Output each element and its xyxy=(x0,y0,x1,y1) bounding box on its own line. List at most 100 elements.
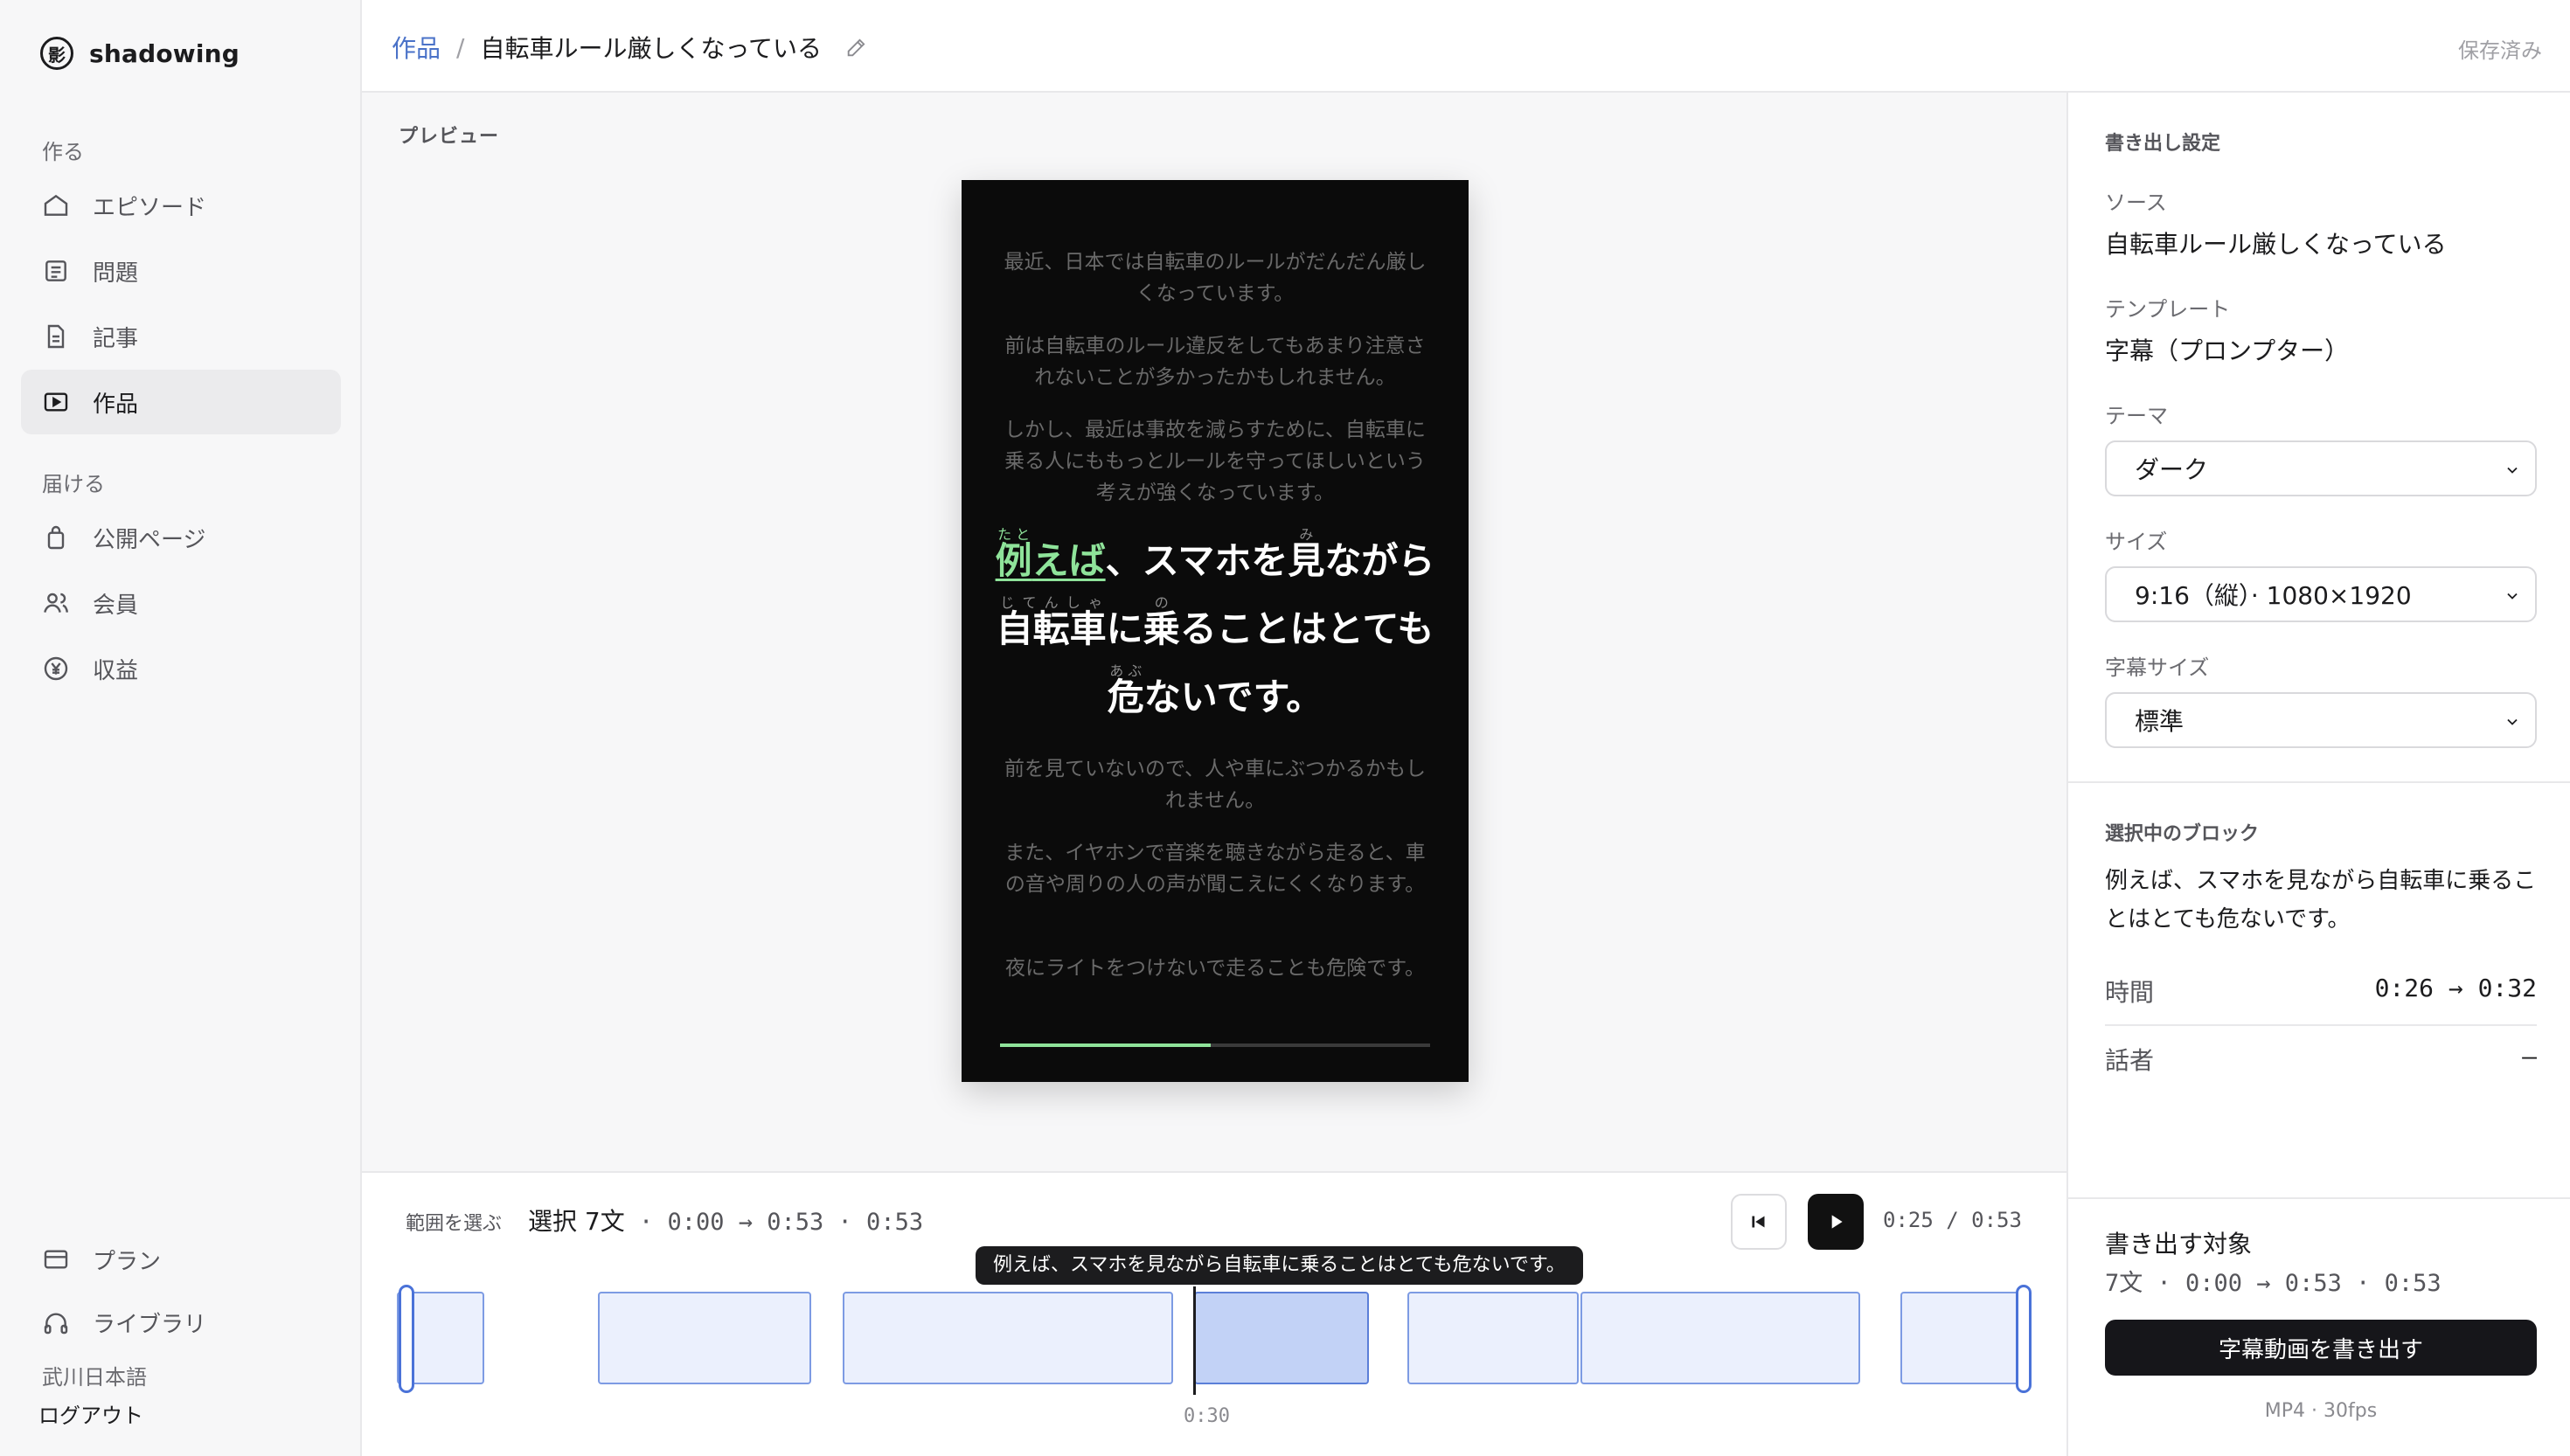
home-icon xyxy=(44,194,68,216)
caption-before-2: 前は自転車のルール違反をしてもあまり注意されないことが多かったかもしれません。 xyxy=(1004,335,1426,389)
save-status: 保存済み xyxy=(2458,38,2542,63)
card-icon xyxy=(44,1250,68,1269)
video-preview[interactable]: 最近、日本では自転車のルールがだんだん厳しくなっています。 前は自転車のルール違… xyxy=(962,180,1469,1082)
caption-after-3: 夜にライトをつけないで走ることも危険です。 xyxy=(1004,957,1425,980)
sidebar-item-plan[interactable]: プラン xyxy=(21,1227,341,1292)
headphones-icon xyxy=(44,1313,68,1335)
timeline-block[interactable] xyxy=(1580,1292,1860,1384)
yen-icon xyxy=(44,656,68,681)
timeline-block[interactable] xyxy=(598,1292,811,1384)
bag-icon xyxy=(47,525,65,550)
caption-text: ないです。 xyxy=(1143,676,1323,718)
export-settings-heading: 書き出し設定 xyxy=(2105,133,2221,155)
timeline: 範囲を選ぶ 選択 7文 · 0:00 → 0:53 · 0:53 0:25 / … xyxy=(362,1173,2066,1456)
header: 作品 / 自転車ルール厳しくなっている 保存済み xyxy=(362,0,2570,93)
export-target-heading: 書き出す対象 xyxy=(2105,1230,2253,1258)
timeline-block[interactable] xyxy=(1900,1292,2019,1384)
sidebar-item-public-page[interactable]: 公開ページ xyxy=(21,505,341,570)
video-icon xyxy=(44,392,68,412)
template-label: テンプレート xyxy=(2105,297,2231,322)
time-value: 0:26 → 0:32 xyxy=(2374,974,2537,1002)
time-readout: 0:25 / 0:53 xyxy=(1883,1208,2022,1232)
breadcrumb-separator: / xyxy=(456,32,465,62)
ruby-base: 例 xyxy=(995,539,1032,582)
size-select-value: 9:16（縦）· 1080×1920 xyxy=(2135,581,2412,610)
play-icon xyxy=(1831,1215,1843,1229)
users-icon xyxy=(44,593,68,613)
ruby-text: じてんしゃ xyxy=(996,594,1107,611)
caption-after-1: 前を見ていないので、人や車にぶつかるかもしれません。 xyxy=(1004,758,1427,812)
sidebar-item-label: 公開ページ xyxy=(93,526,206,553)
sidebar-item-label: 会員 xyxy=(93,592,139,619)
pencil-icon[interactable] xyxy=(844,35,869,59)
size-select[interactable]: 9:16（縦）· 1080×1920 xyxy=(2105,566,2537,622)
selection-times: · 0:00 → 0:53 · 0:53 xyxy=(624,1209,924,1236)
selected-block-heading: 選択中のブロック xyxy=(2105,823,2260,845)
theme-select-value: ダーク xyxy=(2135,455,2209,484)
selection-summary: 選択 7文 · 0:00 → 0:53 · 0:53 xyxy=(528,1203,923,1238)
playback-progress[interactable] xyxy=(1000,1043,1430,1047)
sidebar-item-label: プラン xyxy=(93,1248,162,1275)
caption-text: 、スマホを xyxy=(1105,539,1288,582)
ruby-text: の xyxy=(1143,594,1180,611)
document-icon xyxy=(47,324,65,349)
export-settings-panel: 書き出し設定 ソース 自転車ルール厳しくなっている テンプレート 字幕（プロンプ… xyxy=(2066,93,2570,1456)
preview-area: プレビュー 最近、日本では自転車のルールがだんだん厳しくなっています。 前は自転… xyxy=(362,93,2066,1173)
sidebar-item-members[interactable]: 会員 xyxy=(21,571,341,635)
timeline-block[interactable] xyxy=(843,1292,1173,1384)
caption-size-label: 字幕サイズ xyxy=(2105,655,2210,680)
time-tick-label: 0:30 xyxy=(1184,1405,1230,1427)
sidebar-item-library[interactable]: ライブラリ xyxy=(21,1290,341,1355)
sidebar-item-revenue[interactable]: 収益 xyxy=(21,636,341,701)
sidebar: 影 shadowing 作る エピソード 問題 記事 作品 届ける 公開ページ … xyxy=(0,0,362,1456)
logo-icon: 影 xyxy=(40,37,73,70)
caption-highlight-word: 例たとえば xyxy=(995,526,1106,582)
time-label: 時間 xyxy=(2105,978,2155,1007)
ruby-text: あぶ xyxy=(1107,662,1144,679)
range-start-handle[interactable] xyxy=(399,1285,414,1393)
selected-block-text: 例えば、スマホを見ながら自転車に乗ることはとても危ないです。 xyxy=(2105,868,2537,933)
caption-size-select[interactable]: 標準 xyxy=(2105,692,2537,748)
play-button[interactable] xyxy=(1808,1194,1864,1250)
sidebar-item-label: エピソード xyxy=(93,194,207,221)
export-video-button[interactable]: 字幕動画を書き出す xyxy=(2105,1320,2537,1376)
skip-back-button[interactable] xyxy=(1731,1194,1787,1250)
timeline-block[interactable] xyxy=(1407,1292,1579,1384)
brand[interactable]: 影 shadowing xyxy=(40,37,240,70)
caption-after-2: また、イヤホンで音楽を聴きながら走ると、車の音や周りの人の声が聞こえにくくなりま… xyxy=(1004,842,1426,896)
chevron-down-icon xyxy=(2507,593,2518,600)
caption-current: 例たとえば、スマホを見みながら自転車じてんしゃに乗のることはとても危あぶないです… xyxy=(993,526,1437,731)
sidebar-item-articles[interactable]: 記事 xyxy=(21,304,341,369)
breadcrumb-link-works[interactable]: 作品 xyxy=(392,30,441,65)
section-label-create: 作る xyxy=(42,140,84,164)
breadcrumb: 作品 / 自転車ルール厳しくなっている xyxy=(392,30,869,65)
source-value: 自転車ルール厳しくなっている xyxy=(2105,230,2447,259)
ruby-text: み xyxy=(1288,526,1325,543)
caption-before-1: 最近、日本では自転車のルールがだんだん厳しくなっています。 xyxy=(1004,251,1427,305)
playhead[interactable] xyxy=(1193,1286,1196,1395)
sidebar-item-works[interactable]: 作品 xyxy=(21,370,341,434)
sidebar-item-label: 問題 xyxy=(93,260,139,287)
sidebar-item-episodes[interactable]: エピソード xyxy=(21,173,341,238)
export-format-note: MP4 · 30fps xyxy=(2264,1400,2378,1422)
caption-size-select-value: 標準 xyxy=(2135,707,2184,736)
ruby-base: 自転車 xyxy=(996,607,1107,650)
panel-divider xyxy=(2068,1197,2570,1199)
list-icon xyxy=(45,260,66,281)
theme-select[interactable]: ダーク xyxy=(2105,440,2537,496)
source-label: ソース xyxy=(2105,191,2167,215)
playback-progress-fill xyxy=(1000,1043,1212,1047)
ruby-text: たと xyxy=(995,526,1032,543)
logout-link[interactable]: ログアウト xyxy=(38,1398,143,1429)
caption-text: ることはとても xyxy=(1179,607,1434,650)
size-label: サイズ xyxy=(2105,530,2168,554)
timeline-block-selected[interactable] xyxy=(1194,1292,1369,1384)
range-end-handle[interactable] xyxy=(2016,1285,2032,1393)
sidebar-item-questions[interactable]: 問題 xyxy=(21,239,341,303)
panel-divider xyxy=(2068,781,2570,783)
caption-before-3: しかし、最近は事故を減らすために、自転車に乗る人にももっとルールを守ってほしいと… xyxy=(1004,419,1426,504)
sidebar-item-label: ライブラリ xyxy=(93,1311,207,1338)
speaker-value: — xyxy=(2522,1042,2537,1071)
preview-label: プレビュー xyxy=(399,126,500,148)
caption-text: えば xyxy=(1031,539,1106,582)
